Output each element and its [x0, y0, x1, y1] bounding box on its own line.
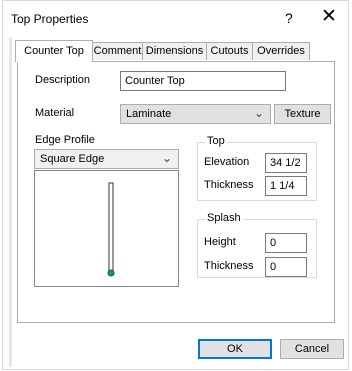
cancel-button[interactable]: Cancel	[280, 339, 344, 359]
top-thickness-input[interactable]: 1 1/4	[265, 176, 307, 196]
description-label: Description	[35, 74, 91, 86]
material-select-value: Laminate	[126, 108, 172, 120]
counter-top-tab-page: Description Counter Top Material Laminat…	[17, 61, 335, 323]
edge-profile-drawing	[107, 182, 115, 277]
profile-edge-shape	[108, 182, 114, 274]
top-group: Top Elevation 34 1/2 Thickness 1 1/4	[197, 135, 317, 201]
tab-counter-top[interactable]: Counter Top	[15, 40, 93, 62]
tab-dimensions[interactable]: Dimensions	[142, 42, 207, 60]
splash-height-label: Height	[204, 236, 236, 248]
splash-group-title: Splash	[205, 212, 243, 224]
window-title: Top Properties	[11, 12, 89, 26]
description-input[interactable]: Counter Top	[120, 71, 286, 91]
tab-comment[interactable]: Comment	[92, 42, 143, 60]
chevron-down-icon: ⌄	[161, 151, 172, 165]
material-label: Material	[35, 107, 75, 119]
ok-button[interactable]: OK	[198, 339, 272, 359]
help-button[interactable]: ?	[285, 10, 293, 26]
title-bar: Top Properties ? ✕	[3, 1, 348, 37]
edge-profile-select-value: Square Edge	[40, 153, 105, 165]
top-group-title: Top	[205, 135, 227, 147]
chevron-down-icon: ⌄	[253, 106, 264, 120]
elevation-label: Elevation	[204, 156, 250, 168]
tab-overrides[interactable]: Overrides	[252, 42, 310, 60]
profile-handle-icon[interactable]	[107, 269, 115, 277]
edge-profile-preview	[34, 170, 179, 287]
splash-height-input[interactable]: 0	[265, 233, 307, 253]
splash-thickness-label: Thickness	[204, 260, 254, 272]
texture-button[interactable]: Texture	[274, 104, 331, 124]
edge-profile-select[interactable]: Square Edge ⌄	[34, 149, 179, 169]
splash-group: Splash Height 0 Thickness 0	[197, 212, 317, 278]
edge-profile-label: Edge Profile	[35, 134, 95, 146]
material-select[interactable]: Laminate ⌄	[120, 104, 271, 124]
splash-thickness-input[interactable]: 0	[265, 257, 307, 277]
top-properties-dialog: Top Properties ? ✕ Counter Top Comment D…	[2, 0, 349, 370]
elevation-input[interactable]: 34 1/2	[265, 153, 307, 173]
top-thickness-label: Thickness	[204, 179, 254, 191]
window-edge-strip	[9, 37, 12, 367]
tab-cutouts[interactable]: Cutouts	[206, 42, 253, 60]
close-button[interactable]: ✕	[321, 7, 337, 27]
